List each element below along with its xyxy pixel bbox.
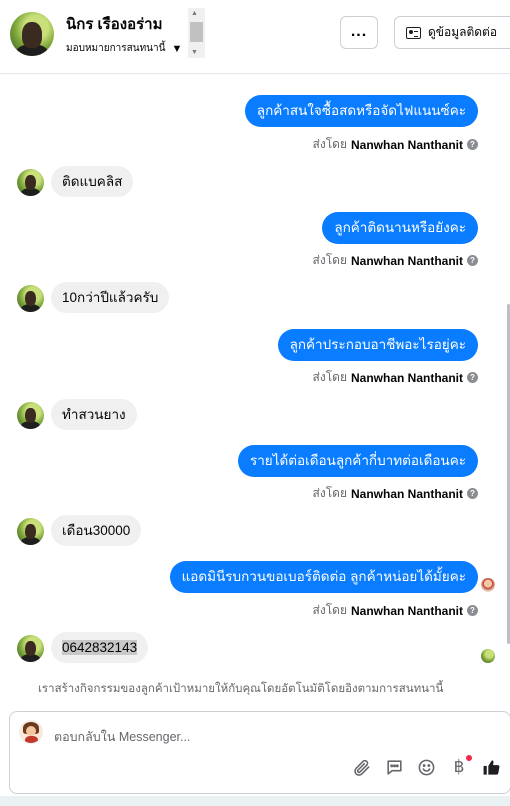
smiley-icon[interactable]: [415, 756, 437, 778]
outgoing-message[interactable]: ลูกค้าประกอบอาชีพอะไรอยู่คะ: [277, 329, 478, 361]
contact-avatar-small[interactable]: [17, 285, 44, 312]
incoming-message[interactable]: ติดแบคลิส: [51, 166, 134, 197]
paperclip-icon[interactable]: [350, 756, 372, 778]
outgoing-message[interactable]: แอดมินีรบกวนขอเบอร์ติดต่อ ลูกค้าหน่อยได้…: [169, 561, 478, 593]
contact-card-icon: [406, 26, 421, 39]
sent-by-label: ส่งโดย Nanwhan Nanthanit?: [313, 601, 478, 620]
contact-avatar-small[interactable]: [17, 169, 44, 196]
contact-avatar[interactable]: [10, 12, 54, 56]
reply-composer[interactable]: ตอบกลับใน Messenger... ฿: [9, 711, 510, 794]
view-contact-info-label: ดูข้อมูลติดต่อ: [428, 25, 498, 39]
contact-seen-avatar: [481, 649, 495, 663]
contact-avatar-small[interactable]: [17, 518, 44, 545]
help-icon[interactable]: ?: [467, 255, 478, 266]
incoming-message[interactable]: 10กว่าปีแล้วครับ: [51, 282, 170, 313]
reply-input[interactable]: ตอบกลับใน Messenger...: [54, 727, 190, 747]
sent-by-label: ส่งโดย Nanwhan Nanthanit?: [313, 251, 478, 270]
help-icon[interactable]: ?: [467, 488, 478, 499]
chat-bubble-icon[interactable]: [383, 756, 405, 778]
help-icon[interactable]: ?: [467, 372, 478, 383]
selected-phone-number[interactable]: 0642832143: [62, 640, 138, 655]
thumbs-up-icon[interactable]: [480, 756, 502, 778]
assign-conversation-dropdown[interactable]: มอบหมายการสนทนานี้ ▼: [66, 41, 182, 56]
incoming-message[interactable]: ทำสวนยาง: [51, 399, 137, 430]
scroll-thumb[interactable]: [190, 22, 203, 42]
sent-by-label: ส่งโดย Nanwhan Nanthanit?: [313, 368, 478, 387]
contact-avatar-small[interactable]: [17, 402, 44, 429]
caret-down-icon: ▼: [171, 42, 183, 55]
incoming-message[interactable]: เดือน30000: [51, 515, 142, 546]
sent-by-label: ส่งโดย Nanwhan Nanthanit?: [313, 484, 478, 503]
conversation-header: นิกร เรืองอร่าม มอบหมายการสนทนานี้ ▼ ▲ ▼…: [0, 0, 510, 74]
baht-icon[interactable]: ฿: [448, 755, 472, 778]
bottom-strip: [0, 796, 510, 806]
view-contact-info-button[interactable]: ดูข้อมูลติดต่อ: [394, 16, 510, 49]
incoming-message[interactable]: 0642832143: [51, 632, 149, 663]
agent-seen-avatar: [481, 578, 495, 592]
agent-avatar: [19, 720, 43, 744]
contact-name[interactable]: นิกร เรืองอร่าม: [66, 12, 162, 36]
arrow-up-icon[interactable]: ▲: [191, 10, 198, 17]
message-thread[interactable]: ลูกค้าสนใจซื้อสดหรือจัดไฟแนนซ์คะ ส่งโดย N…: [0, 74, 510, 706]
notification-dot: [466, 755, 472, 761]
help-icon[interactable]: ?: [467, 139, 478, 150]
assign-label: มอบหมายการสนทนานี้: [66, 43, 166, 54]
help-icon[interactable]: ?: [467, 605, 478, 616]
outgoing-message[interactable]: ลูกค้าสนใจซื้อสดหรือจัดไฟแนนซ์คะ: [244, 95, 478, 127]
outgoing-message[interactable]: ลูกค้าติดนานหรือยังคะ: [322, 212, 478, 244]
arrow-down-icon[interactable]: ▼: [191, 49, 198, 56]
outgoing-message[interactable]: รายได้ต่อเดือนลูกค้ากี่บาทต่อเดือนคะ: [237, 445, 478, 477]
contact-avatar-small[interactable]: [17, 635, 44, 662]
more-options-button[interactable]: ...: [340, 16, 378, 49]
sent-by-label: ส่งโดย Nanwhan Nanthanit?: [313, 135, 478, 154]
header-scroll-control[interactable]: ▲ ▼: [188, 8, 205, 58]
auto-activity-notice: เราสร้างกิจกรรมของลูกค้าเป้าหมายให้กับคุ…: [38, 683, 444, 695]
